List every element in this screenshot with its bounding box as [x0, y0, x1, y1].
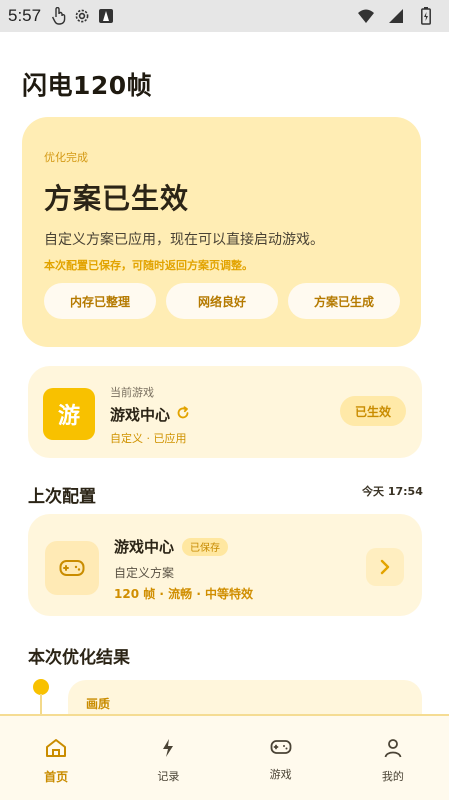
- nav-item-games[interactable]: 游戏: [225, 716, 337, 800]
- result-section-title: 本次优化结果: [28, 648, 130, 668]
- saved-badge: 已保存: [182, 537, 229, 556]
- result-item-label: 画质: [86, 697, 111, 711]
- nav-item-home[interactable]: 首页: [0, 716, 112, 800]
- game-subtitle: 自定义 · 已应用: [110, 432, 187, 445]
- config-name-row: 游戏中心 已保存: [114, 536, 229, 557]
- nav-label-records: 记录: [157, 770, 180, 783]
- status-chips: 内存已整理 网络良好 方案已生成: [44, 283, 400, 319]
- last-config-card[interactable]: 游戏中心 已保存 自定义方案 120 帧 · 流畅 · 中等特效: [28, 514, 422, 616]
- signal-icon: [387, 7, 405, 25]
- chip-plan-generated: 方案已生成: [288, 283, 400, 319]
- lightning-icon: [161, 738, 175, 762]
- nav-item-profile[interactable]: 我的: [337, 716, 449, 800]
- config-description: 自定义方案: [114, 566, 175, 580]
- timeline-dot: [33, 679, 49, 695]
- settings-gear-icon: [73, 7, 91, 25]
- status-bar: 5:57: [0, 0, 449, 32]
- current-game-label: 当前游戏: [110, 386, 154, 399]
- chevron-right-icon[interactable]: [366, 548, 404, 586]
- wifi-icon: [357, 7, 375, 25]
- current-game-card[interactable]: 游 当前游戏 游戏中心 自定义 · 已应用 已生效: [28, 366, 422, 458]
- game-name: 游戏中心: [110, 406, 171, 424]
- app-notification-icon: [97, 7, 115, 25]
- config-game-name: 游戏中心: [114, 538, 175, 556]
- nav-label-profile: 我的: [381, 770, 404, 783]
- last-config-title: 上次配置: [28, 487, 96, 507]
- game-app-icon: 游: [43, 388, 95, 440]
- config-detail: 120 帧 · 流畅 · 中等特效: [114, 587, 254, 601]
- chip-network-good: 网络良好: [166, 283, 278, 319]
- home-icon: [45, 738, 67, 762]
- gamepad-icon: [45, 541, 99, 595]
- app-title: 闪电120帧: [22, 71, 153, 100]
- chip-memory-cleaned: 内存已整理: [44, 283, 156, 319]
- hero-note: 本次配置已保存，可随时返回方案页调整。: [44, 259, 253, 272]
- user-icon: [383, 738, 403, 762]
- nav-label-home: 首页: [44, 770, 69, 784]
- last-config-time: 今天 17:54: [362, 485, 423, 498]
- gamepad-nav-icon: [270, 738, 292, 760]
- game-status-badge: 已生效: [340, 396, 406, 426]
- refresh-icon[interactable]: [176, 405, 190, 424]
- nav-item-records[interactable]: 记录: [112, 716, 224, 800]
- nav-label-games: 游戏: [269, 768, 292, 781]
- bottom-nav: 首页 记录 游戏 我的: [0, 714, 449, 800]
- optimization-status-card: 优化完成 方案已生效 自定义方案已应用，现在可以直接启动游戏。 本次配置已保存，…: [22, 117, 421, 347]
- status-right-group: [357, 7, 441, 25]
- touch-icon: [49, 7, 67, 25]
- status-time: 5:57: [8, 6, 42, 25]
- battery-icon: [417, 7, 435, 25]
- hero-description: 自定义方案已应用，现在可以直接启动游戏。: [44, 232, 324, 248]
- hero-tag: 优化完成: [44, 151, 88, 164]
- hero-title: 方案已生效: [44, 182, 190, 215]
- game-name-row: 游戏中心: [110, 404, 190, 425]
